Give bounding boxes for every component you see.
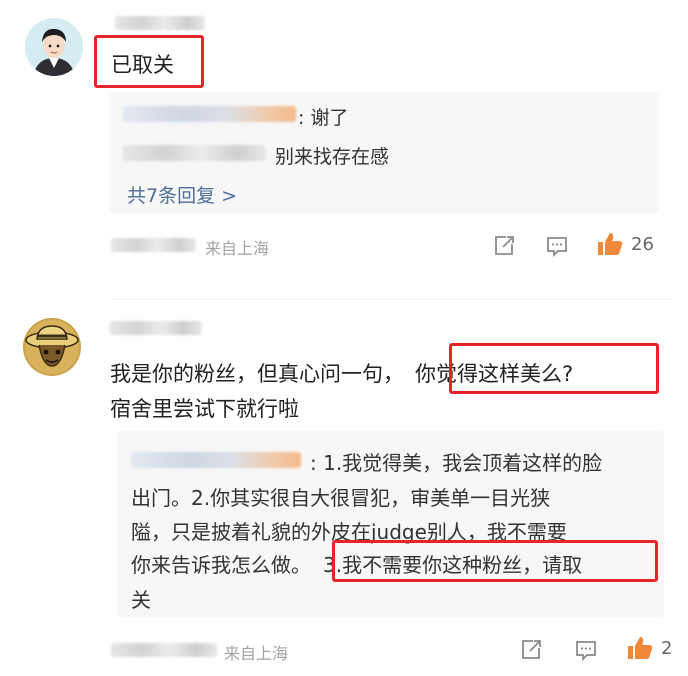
highlight-box (332, 540, 658, 582)
like-count: 26 (631, 234, 654, 255)
username[interactable] (115, 16, 205, 30)
share-icon[interactable] (519, 638, 543, 666)
reply-text: 别来找存在感 (275, 146, 390, 168)
reply-text: : 谢了 (298, 107, 349, 129)
more-replies-link[interactable]: 共7条回复 > (127, 181, 237, 208)
comment-text: 宿舍里尝试下就行啦 (110, 397, 299, 421)
like-icon[interactable] (596, 231, 624, 261)
avatar[interactable] (23, 318, 81, 376)
location-label: 来自上海 (224, 644, 289, 663)
like-count: 2 (661, 638, 673, 659)
reply-username[interactable] (131, 452, 301, 468)
avatar[interactable] (25, 18, 83, 76)
straw-hat-icon (23, 318, 81, 376)
highlight-box (94, 35, 204, 88)
reply-username[interactable] (123, 106, 296, 122)
highlight-box (449, 343, 659, 394)
timestamp (111, 643, 217, 657)
divider (110, 299, 670, 300)
cartoon-person-icon (25, 18, 83, 76)
reply-text: 关 (131, 588, 151, 612)
username[interactable] (110, 321, 202, 335)
comment-icon[interactable] (574, 638, 598, 666)
timestamp (111, 238, 196, 252)
share-icon[interactable] (492, 234, 516, 262)
reply-username[interactable] (123, 145, 266, 161)
comment-icon[interactable] (545, 234, 569, 262)
reply-text: 出门。2.你其实很自大很冒犯，审美单一目光狭 (131, 486, 551, 510)
location-label: 来自上海 (205, 239, 270, 258)
reply-text: : 1.我觉得美，我会顶着这样的脸 (310, 451, 603, 475)
like-icon[interactable] (626, 635, 654, 665)
